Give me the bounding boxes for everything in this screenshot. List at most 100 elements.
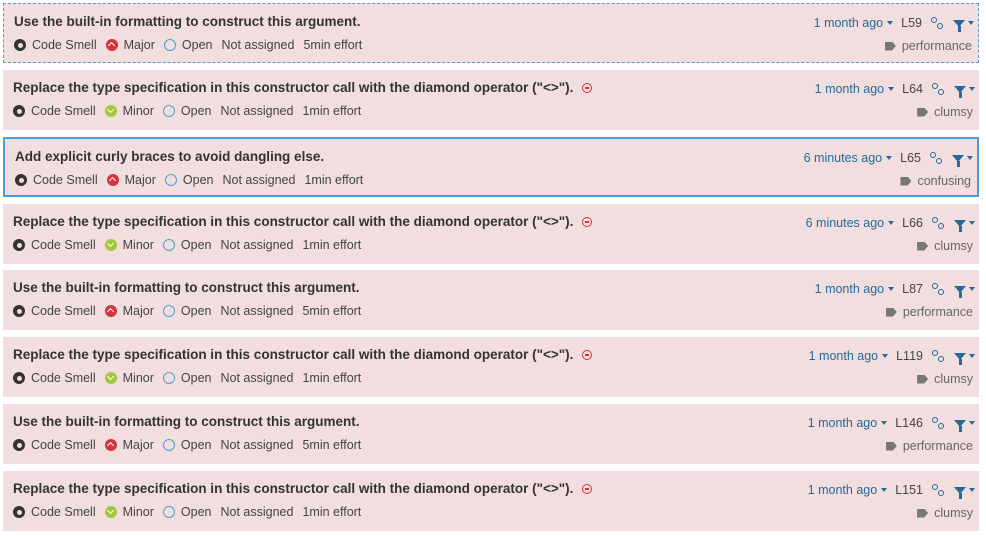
issue-assignee[interactable]: Not assigned [221,38,294,52]
filter-similar-button[interactable] [954,419,975,432]
issue-message-text[interactable]: Replace the type specification in this c… [13,214,573,229]
issue-type[interactable]: Code Smell [13,238,96,252]
issue-message-text[interactable]: Use the built-in formatting to construct… [13,280,360,295]
issue-row[interactable]: Replace the type specification in this c… [3,204,979,264]
issue-tags[interactable]: performance [884,39,972,53]
filter-similar-button[interactable] [952,154,973,167]
issue-message-text[interactable]: Replace the type specification in this c… [13,481,573,496]
issue-message[interactable]: Add explicit curly braces to avoid dangl… [15,149,324,164]
issue-severity[interactable]: Minor [104,505,154,519]
issue-message[interactable]: Use the built-in formatting to construct… [13,414,360,429]
chevron-down-icon[interactable] [887,21,894,25]
issue-status[interactable]: Open [162,104,211,118]
issue-type[interactable]: Code Smell [13,438,96,452]
issue-status[interactable]: Open [162,371,211,385]
issue-severity[interactable]: Major [105,38,155,52]
issue-date[interactable]: 6 minutes ago [804,151,883,165]
permalink-icon[interactable] [932,83,944,95]
issue-status[interactable]: Open [162,238,211,252]
issue-row[interactable]: Replace the type specification in this c… [3,471,979,531]
issue-date[interactable]: 1 month ago [814,16,884,30]
issue-type[interactable]: Code Smell [13,505,96,519]
issue-message[interactable]: Replace the type specification in this c… [13,80,593,95]
filter-similar-button[interactable] [954,85,975,98]
issue-status[interactable]: Open [162,304,211,318]
permalink-icon[interactable] [931,17,943,29]
issue-severity[interactable]: Major [106,173,156,187]
issue-type[interactable]: Code Smell [13,371,96,385]
filter-similar-button[interactable] [954,486,975,499]
issue-tags[interactable]: confusing [900,174,971,188]
issue-message-text[interactable]: Use the built-in formatting to construct… [14,14,361,29]
issue-tags[interactable]: clumsy [917,239,973,253]
issue-assignee[interactable]: Not assigned [220,505,293,519]
permalink-icon[interactable] [932,217,944,229]
issue-type[interactable]: Code Smell [13,304,96,318]
issue-date[interactable]: 1 month ago [815,82,885,96]
issue-assignee[interactable]: Not assigned [220,438,293,452]
issue-message[interactable]: Replace the type specification in this c… [13,214,593,229]
issue-date[interactable]: 6 minutes ago [806,216,885,230]
issue-tags[interactable]: clumsy [917,105,973,119]
issue-message[interactable]: Use the built-in formatting to construct… [14,14,361,29]
issue-message-text[interactable]: Use the built-in formatting to construct… [13,414,360,429]
issue-tags[interactable]: clumsy [917,506,973,520]
chevron-down-icon[interactable] [881,421,888,425]
issue-assignee[interactable]: Not assigned [220,304,293,318]
issue-status[interactable]: Open [162,505,211,519]
issue-effort: 1min effort [302,104,362,118]
issue-message[interactable]: Replace the type specification in this c… [13,347,593,362]
issue-type[interactable]: Code Smell [13,104,96,118]
issue-assignee[interactable]: Not assigned [222,173,295,187]
issue-row[interactable]: Use the built-in formatting to construct… [3,404,979,464]
issue-severity[interactable]: Major [104,438,154,452]
issue-message-text[interactable]: Replace the type specification in this c… [13,80,573,95]
issue-tags[interactable]: clumsy [917,372,973,386]
chevron-down-icon[interactable] [888,287,895,291]
issue-severity-label: Major [122,438,154,452]
chevron-down-icon[interactable] [888,221,895,225]
issue-assignee[interactable]: Not assigned [220,371,293,385]
filter-icon [954,352,966,365]
issue-date[interactable]: 1 month ago [815,282,885,296]
chevron-down-icon[interactable] [888,87,895,91]
permalink-icon[interactable] [932,350,944,362]
issue-row[interactable]: Use the built-in formatting to construct… [3,270,979,330]
issue-severity[interactable]: Minor [104,238,154,252]
permalink-icon[interactable] [932,283,944,295]
code-smell-icon [13,239,25,251]
issue-date[interactable]: 1 month ago [808,416,878,430]
issue-message-text[interactable]: Add explicit curly braces to avoid dangl… [15,149,324,164]
issue-type[interactable]: Code Smell [14,38,97,52]
permalink-icon[interactable] [932,417,944,429]
issue-date[interactable]: 1 month ago [809,349,879,363]
issue-tags[interactable]: performance [885,305,973,319]
filter-similar-button[interactable] [954,219,975,232]
chevron-down-icon[interactable] [882,354,889,358]
issue-row[interactable]: Add explicit curly braces to avoid dangl… [3,137,979,197]
issue-row[interactable]: Use the built-in formatting to construct… [3,3,979,63]
issue-message-text[interactable]: Replace the type specification in this c… [13,347,573,362]
issue-status[interactable]: Open [164,173,213,187]
chevron-down-icon[interactable] [886,156,893,160]
issue-assignee[interactable]: Not assigned [220,104,293,118]
issue-status[interactable]: Open [162,438,211,452]
permalink-icon[interactable] [930,152,942,164]
issue-severity[interactable]: Minor [104,371,154,385]
issue-severity[interactable]: Major [104,304,154,318]
issue-message[interactable]: Replace the type specification in this c… [13,481,593,496]
filter-similar-button[interactable] [954,352,975,365]
issue-tags[interactable]: performance [885,439,973,453]
issue-severity[interactable]: Minor [104,104,154,118]
permalink-icon[interactable] [932,484,944,496]
issue-row[interactable]: Replace the type specification in this c… [3,70,979,130]
chevron-down-icon[interactable] [881,488,888,492]
issue-status[interactable]: Open [163,38,212,52]
issue-message[interactable]: Use the built-in formatting to construct… [13,280,360,295]
issue-date[interactable]: 1 month ago [808,483,878,497]
issue-row[interactable]: Replace the type specification in this c… [3,337,979,397]
issue-type[interactable]: Code Smell [15,173,98,187]
filter-similar-button[interactable] [954,285,975,298]
issue-assignee[interactable]: Not assigned [220,238,293,252]
filter-similar-button[interactable] [953,19,974,32]
